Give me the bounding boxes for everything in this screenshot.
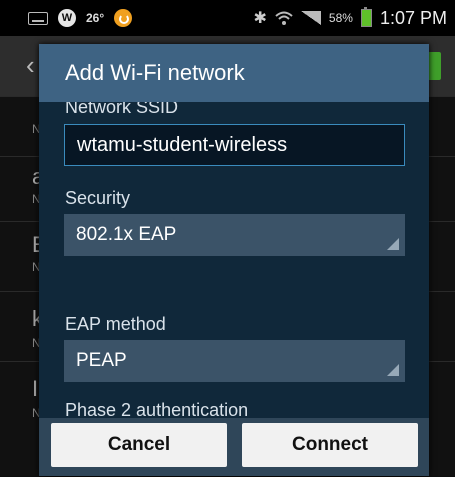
add-wifi-dialog: Add Wi-Fi network Network SSID wtamu-stu… [39, 44, 429, 476]
security-value: 802.1x EAP [76, 224, 177, 245]
clock: 1:07 PM [379, 7, 447, 28]
connect-button[interactable]: Connect [242, 423, 418, 467]
ssid-label: Network SSID [65, 102, 179, 117]
dropdown-corner-icon [387, 364, 399, 376]
orange-app-icon [114, 9, 133, 27]
security-select[interactable]: 802.1x EAP [64, 214, 405, 256]
dialog-body[interactable]: Network SSID wtamu-student-wireless Secu… [39, 102, 429, 418]
status-bar: W 26° ✱ 58% 1:07 PM [0, 0, 455, 36]
keyboard-icon [28, 11, 48, 25]
list-item[interactable]: I [32, 376, 38, 402]
wifi-icon [275, 11, 293, 25]
dropdown-corner-icon [387, 238, 399, 250]
back-chevron-icon[interactable]: ‹ [26, 50, 35, 81]
phase2-label: Phase 2 authentication [65, 400, 249, 418]
dialog-title: Add Wi-Fi network [39, 44, 429, 102]
cancel-button[interactable]: Cancel [51, 423, 227, 467]
battery-percent: 58% [328, 11, 353, 25]
security-label: Security [65, 188, 131, 208]
eap-method-label: EAP method [65, 314, 166, 334]
bluetooth-icon: ✱ [253, 10, 267, 27]
ssid-input[interactable]: wtamu-student-wireless [64, 124, 405, 166]
signal-icon [300, 11, 321, 25]
dialog-button-bar: Cancel Connect [39, 418, 429, 476]
w-badge-icon: W [58, 9, 76, 27]
eap-method-value: PEAP [76, 350, 127, 371]
battery-icon [360, 7, 372, 27]
eap-method-select[interactable]: PEAP [64, 340, 405, 382]
weather-temp: 26° [86, 11, 105, 25]
